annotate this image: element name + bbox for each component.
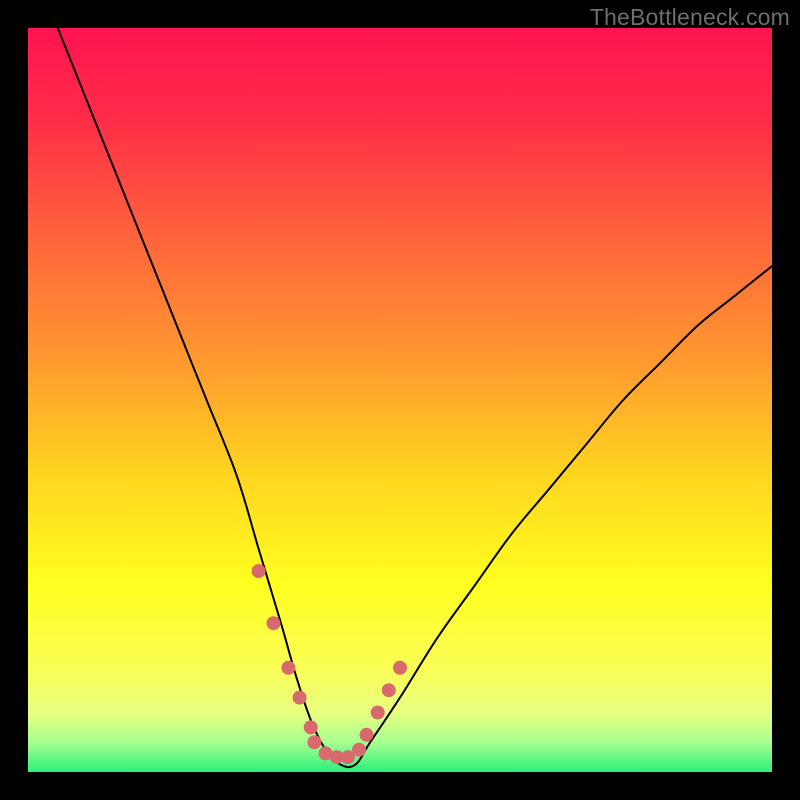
gradient-background [28, 28, 772, 772]
chart-svg [28, 28, 772, 772]
bottleneck-chart [28, 28, 772, 772]
highlight-dot [267, 616, 281, 630]
highlight-dot [382, 683, 396, 697]
highlight-dot [281, 661, 295, 675]
highlight-dot [252, 564, 266, 578]
highlight-dot [393, 661, 407, 675]
highlight-dot [293, 691, 307, 705]
highlight-dot [307, 735, 321, 749]
highlight-dot [371, 706, 385, 720]
watermark-text: TheBottleneck.com [590, 4, 790, 31]
highlight-dot [304, 720, 318, 734]
highlight-dot [352, 743, 366, 757]
highlight-dot [360, 728, 374, 742]
